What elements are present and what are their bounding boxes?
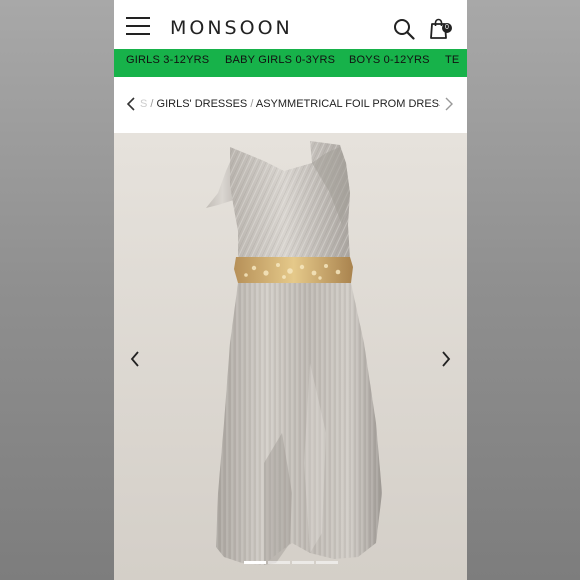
- product-image: [114, 133, 467, 580]
- gallery-dot[interactable]: [316, 561, 338, 564]
- bag-count-badge: 0: [442, 23, 452, 33]
- chevron-left-icon[interactable]: [126, 97, 136, 111]
- backdrop-right: [467, 0, 580, 580]
- gallery-dot[interactable]: [244, 561, 266, 564]
- gallery-dot[interactable]: [292, 561, 314, 564]
- search-icon[interactable]: [393, 18, 415, 40]
- brand-logo[interactable]: MONSOON: [170, 17, 293, 39]
- category-truncated[interactable]: TE: [445, 54, 459, 66]
- product-gallery: [114, 133, 467, 580]
- site-header: MONSOON 0: [114, 0, 467, 50]
- breadcrumb-separator: /: [150, 98, 154, 110]
- category-baby-girls[interactable]: BABY GIRLS 0-3YRS: [225, 54, 335, 66]
- gallery-next-chevron-icon[interactable]: [441, 351, 451, 367]
- category-girls[interactable]: GIRLS 3-12YRS: [126, 54, 209, 66]
- category-nav: GIRLS 3-12YRS BABY GIRLS 0-3YRS BOYS 0-1…: [114, 49, 467, 77]
- breadcrumb: S / GIRLS' DRESSES / ASYMMETRICAL FOIL P…: [114, 77, 467, 133]
- breadcrumb-current-product: ASYMMETRICAL FOIL PROM DRESS GREY: [255, 98, 440, 110]
- breadcrumb-truncated[interactable]: S: [140, 98, 147, 110]
- breadcrumb-girls-dresses[interactable]: GIRLS' DRESSES: [157, 98, 248, 110]
- menu-icon[interactable]: [126, 17, 150, 35]
- gallery-pagination: [244, 561, 339, 569]
- backdrop-left: [0, 0, 114, 580]
- breadcrumb-trail: S / GIRLS' DRESSES / ASYMMETRICAL FOIL P…: [140, 98, 440, 110]
- category-boys[interactable]: BOYS 0-12YRS: [349, 54, 430, 66]
- chevron-right-icon[interactable]: [444, 97, 454, 111]
- phone-screen: MONSOON 0 GIRLS 3-12YRS BABY GIRLS 0-3YR…: [114, 0, 467, 580]
- gallery-dot[interactable]: [268, 561, 290, 564]
- gallery-prev-chevron-icon[interactable]: [130, 351, 140, 367]
- breadcrumb-separator: /: [250, 98, 254, 110]
